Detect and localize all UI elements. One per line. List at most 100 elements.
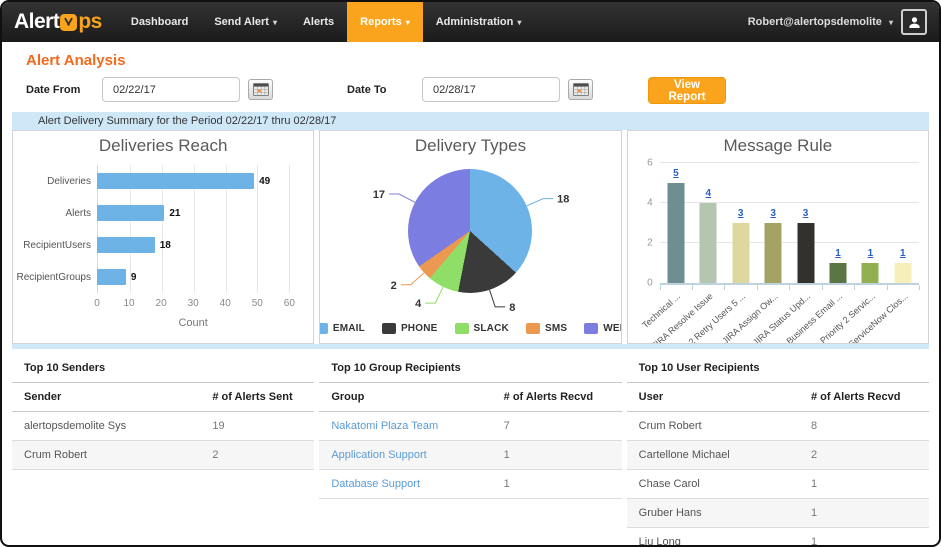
gridline: [289, 165, 291, 293]
table-title: Top 10 Senders: [12, 353, 315, 383]
avatar[interactable]: [901, 9, 927, 35]
row-link[interactable]: Application Support: [331, 449, 426, 461]
legend-item-phone: PHONE: [381, 323, 438, 334]
table-top-10-senders: Top 10 Senders Sender # of Alerts Sent aler…: [12, 353, 315, 470]
table-row: alertopsdemolite Sys 19: [12, 411, 315, 441]
bar-slot: 3: [725, 163, 757, 283]
bar-slot: 5: [660, 163, 692, 283]
bar-row: 18: [97, 229, 289, 261]
date-from-input[interactable]: [102, 77, 240, 102]
bar-slot: 3: [789, 163, 821, 283]
bar-value-link[interactable]: 3: [803, 208, 809, 219]
bar-value-link[interactable]: 3: [770, 208, 776, 219]
legend-item-slack: SLACK: [454, 323, 509, 334]
row-link[interactable]: Nakatomi Plaza Team: [331, 420, 438, 432]
data-table: User # of Alerts Recvd Crum Robert 8 Cartell…: [626, 383, 929, 545]
bar-recipientusers: [97, 237, 155, 253]
bar-value-label: 9: [130, 271, 137, 283]
nav-item-label: Dashboard: [130, 16, 189, 28]
header-row: Group # of Alerts Recvd: [319, 383, 622, 412]
user-menu[interactable]: Robert@alertopsdemolite ▾: [748, 16, 893, 28]
cell-count: 1: [491, 469, 622, 499]
caret-down-icon: ▾: [272, 17, 277, 27]
table-body: alertopsdemolite Sys 19 Crum Robert 2: [12, 411, 315, 470]
bar-slot: 1: [887, 163, 919, 283]
bar-slot: 1: [822, 163, 854, 283]
cell-name: Crum Robert: [12, 440, 201, 470]
nav-menu: Dashboard Send Alert ▾ Alerts Reports ▾ Admini…: [118, 2, 535, 42]
bar-row: 9: [97, 261, 289, 293]
legend-swatch: [454, 323, 469, 334]
app-window: Alert ps Dashboard Send Alert ▾ Alerts Repor…: [0, 0, 941, 547]
x-tick-label: 40: [219, 298, 231, 309]
pie-value-label: 18: [558, 194, 570, 206]
bar-slot: 1: [854, 163, 886, 283]
pie-value-label: 2: [391, 280, 397, 292]
x-label-slot: ServiceNow Clos...: [846, 289, 919, 343]
cell-name: Gruber Hans: [626, 498, 799, 528]
bar-category-label: Alerts: [65, 207, 91, 219]
table-body: Nakatomi Plaza Team 7 Application Support 1…: [319, 411, 622, 499]
nav-item-dashboard[interactable]: Dashboard: [118, 2, 201, 42]
row-link[interactable]: Database Support: [331, 478, 420, 490]
logo-text-ps: ps: [78, 10, 102, 33]
bar-value-link[interactable]: 5: [673, 168, 679, 179]
bar-category-label: RecipientUsers: [23, 239, 91, 251]
column-header: # of Alerts Sent: [200, 383, 315, 412]
date-to-input[interactable]: [422, 77, 560, 102]
pie-value-label: 4: [416, 298, 423, 310]
pie-value-label: 8: [510, 302, 516, 314]
table-head: Sender # of Alerts Sent: [12, 383, 315, 412]
view-report-button[interactable]: View Report: [648, 77, 726, 104]
bar-servicenow-clos: [894, 263, 912, 283]
logo-text-alert: Alert: [14, 10, 60, 33]
bar-value-link[interactable]: 4: [706, 188, 712, 199]
nav-item-alerts[interactable]: Alerts: [290, 2, 347, 42]
cell-name: Crum Robert: [626, 411, 799, 441]
nav-item-administration[interactable]: Administration ▾: [423, 2, 535, 42]
page-title: Alert Analysis: [26, 52, 126, 69]
message-rule-chart: 0 2 4 6 5 4 3 3 3 1 1 1: [647, 158, 920, 290]
deliveries-reach-title: Deliveries Reach: [98, 136, 228, 155]
bar-jira-status-upd: [797, 223, 815, 283]
header-row: User # of Alerts Recvd: [626, 383, 929, 412]
filter-bar: Date From Date To View Report: [16, 77, 925, 104]
legend-label: SMS: [544, 323, 568, 334]
cell-name: alertopsdemolite Sys: [12, 411, 201, 441]
bar-category-label: RecipientGroups: [16, 271, 91, 283]
caret-down-icon: ▾: [517, 17, 522, 27]
nav-item-send-alert[interactable]: Send Alert ▾: [201, 2, 290, 42]
x-tick-label: 30: [187, 298, 199, 309]
bar-value-link[interactable]: 1: [900, 248, 906, 259]
table-title: Top 10 Group Recipients: [319, 353, 622, 383]
date-to-label: Date To: [347, 84, 387, 96]
table-row: Database Support 1: [319, 469, 622, 499]
date-to-calendar-button[interactable]: [568, 79, 593, 100]
y-tick-label: 0: [647, 277, 653, 289]
nav-item-label: Administration: [435, 16, 514, 28]
cell-count: 8: [798, 411, 929, 441]
delivery-types-title: Delivery Types: [414, 136, 527, 155]
bar-technical: [667, 183, 685, 283]
bar-value-label: 49: [259, 175, 271, 187]
bar-value-link[interactable]: 1: [835, 248, 841, 259]
bar-value-label: 18: [159, 239, 171, 251]
column-header: # of Alerts Recvd: [798, 383, 929, 412]
caret-down-icon: ▾: [888, 18, 893, 27]
nav-item-reports[interactable]: Reports ▾: [347, 2, 423, 42]
bar-value-link[interactable]: 1: [868, 248, 874, 259]
bar-business-email: [829, 263, 847, 283]
alertops-logo[interactable]: Alert ps: [14, 10, 102, 34]
data-table: Group # of Alerts Recvd Nakatomi Plaza Tea…: [319, 383, 622, 499]
legend-item-email: EMAIL: [320, 323, 365, 334]
bar-value-link[interactable]: 3: [738, 208, 744, 219]
table-row: Cartellone Michael 2: [626, 440, 929, 470]
pie-leader-line: [425, 286, 445, 304]
table-row: Nakatomi Plaza Team 7: [319, 411, 622, 441]
date-from-calendar-button[interactable]: [248, 79, 273, 100]
bar-jira-resolve-issue: [699, 203, 717, 283]
x-axis-label: Count: [178, 317, 208, 329]
summary-banner: Alert Delivery Summary for the Period 02…: [22, 112, 919, 130]
summary-section: Alert Delivery Summary for the Period 02…: [12, 112, 929, 349]
legend-label: WEB: [603, 323, 620, 334]
